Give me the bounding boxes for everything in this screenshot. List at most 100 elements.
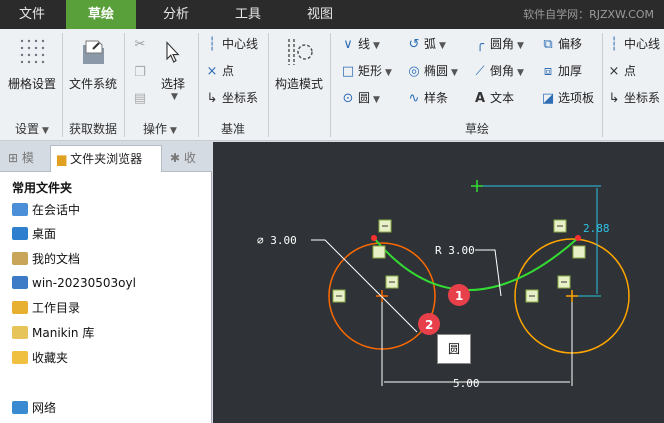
radius-dimension[interactable]: R 3.00 [435, 244, 475, 257]
text-button[interactable]: A 文本 [472, 87, 514, 109]
chamfer-button[interactable]: ⟋ 倒角 ▼ [472, 60, 524, 82]
paste-button[interactable]: ▤ [132, 87, 150, 109]
point-x-icon: × [608, 64, 620, 79]
circle-icon: ⊙ [342, 91, 354, 106]
folder-item[interactable]: 桌面 [12, 224, 56, 244]
diameter-dimension[interactable]: ⌀ 3.00 [257, 234, 297, 247]
copy-button[interactable]: ❐ [132, 61, 150, 83]
file-system-button[interactable]: 文件系统 [64, 33, 122, 92]
favorites-icon: ✱ 收 [170, 151, 196, 165]
sketch-canvas[interactable]: ⌀ 3.00 R 3.00 5.00 2.88 1 2 [213, 142, 664, 423]
sketch-point-button[interactable]: × 点 [606, 60, 636, 82]
arc-endpoint [371, 235, 377, 241]
callout-2-text: 2 [425, 318, 433, 332]
group-divider [198, 33, 199, 137]
cursor-arrow-icon [166, 41, 180, 63]
callout-1-text: 1 [455, 289, 463, 303]
settings-group-label[interactable]: 设置 ▼ [4, 120, 60, 138]
tangent-arc[interactable] [373, 237, 579, 291]
folder-icon: ▆ [57, 152, 67, 166]
sketch-centerline-button[interactable]: ┆ 中心线 [606, 33, 660, 55]
right-center-mark [566, 290, 578, 302]
watermark: 软件自学网：RJZXW.COM [523, 8, 654, 21]
sketch-drawing: ⌀ 3.00 R 3.00 5.00 2.88 1 2 [257, 180, 630, 390]
folder-item[interactable]: win-20230503oyl [12, 273, 136, 293]
folder-item[interactable]: 收藏夹 [12, 348, 68, 368]
construction-mode-label: 构造模式 [274, 77, 323, 91]
datum-coord-button[interactable]: ↳ 坐标系 [204, 87, 258, 109]
navigator-panel: ⊞ 模 ▆ 文件夹浏览器 ✱ 收 常用文件夹 在会话中 桌面 我的文档 win-… [0, 142, 212, 423]
folder-item[interactable]: 网络 [12, 398, 56, 418]
spline-button[interactable]: ∿ 样条 [406, 87, 448, 109]
grid-settings-button[interactable]: 栅格设置 [4, 33, 60, 92]
cut-button[interactable]: ✂ [132, 33, 150, 55]
group-divider [330, 33, 331, 137]
get-data-group-label: 获取数据 [68, 122, 117, 136]
rectangle-button[interactable]: □ 矩形 ▼ [340, 60, 392, 82]
thicken-icon: ⧈ [543, 64, 553, 79]
height-dimension[interactable]: 2.88 [583, 222, 610, 235]
grid-settings-label: 栅格设置 [7, 77, 56, 91]
construction-mode-icon [288, 39, 313, 65]
documents-icon [12, 252, 28, 265]
favorites-folder-icon [12, 351, 28, 364]
desktop-icon [12, 227, 28, 240]
offset-button[interactable]: ⧉ 偏移 [540, 33, 582, 55]
tab-analysis[interactable]: 分析 [146, 0, 206, 29]
tab-file[interactable]: 文件 [0, 0, 64, 29]
tab-sketch[interactable]: 草绘 [66, 0, 136, 29]
tab-folder-browser[interactable]: ▆ 文件夹浏览器 [50, 145, 162, 172]
tab-favorites[interactable]: ✱ 收 [166, 145, 212, 172]
select-dropdown-icon: ▼ [171, 92, 178, 102]
select-button[interactable]: 选择 ▼ [154, 33, 192, 102]
ellipse-button[interactable]: ◎ 椭圆 ▼ [406, 60, 458, 82]
computer-icon [12, 276, 28, 289]
dimension-lines-cyan [483, 185, 601, 297]
arc-button[interactable]: ↺ 弧 ▼ [406, 33, 446, 55]
datum-centerline-button[interactable]: ┆ 中心线 [204, 33, 258, 55]
file-system-label: 文件系统 [68, 77, 117, 91]
folder-item[interactable]: 在会话中 [12, 200, 80, 220]
group-divider [268, 33, 269, 137]
group-divider [124, 33, 125, 137]
folder-item[interactable]: Manikin 库 [12, 323, 94, 343]
tab-model-tree[interactable]: ⊞ 模 [0, 145, 46, 172]
ribbon: 栅格设置 设置 ▼ 文件系统 获取数据 ✂ ❐ ▤ 选择 ▼ 操作 ▼ ┆ 中心线 ×… [0, 29, 664, 141]
tab-view[interactable]: 视图 [290, 0, 350, 29]
operations-group-label[interactable]: 操作 ▼ [126, 120, 194, 138]
thicken-button[interactable]: ⧈ 加厚 [540, 60, 582, 82]
fillet-icon: ╭ [476, 37, 484, 52]
width-dimension[interactable]: 5.00 [453, 377, 480, 390]
offset-icon: ⧉ [543, 37, 553, 52]
circle-button[interactable]: ⊙ 圆 ▼ [340, 87, 380, 109]
centerline-icon: ┆ [208, 37, 216, 52]
fillet-button[interactable]: ╭ 圆角 ▼ [472, 33, 524, 55]
scissors-icon: ✂ [134, 37, 146, 52]
select-label: 选择 [160, 77, 185, 91]
left-center-mark [376, 290, 388, 302]
chamfer-icon: ⟋ [475, 64, 485, 79]
coordinate-system-icon: ↳ [608, 91, 620, 106]
palette-button[interactable]: ◪ 选项板 [540, 87, 594, 109]
spline-icon: ∿ [408, 91, 420, 106]
sketch-coord-button[interactable]: ↳ 坐标系 [606, 87, 660, 109]
file-system-icon [83, 40, 104, 64]
ribbon-tab-bar: 文件 草绘 分析 工具 视图 软件自学网：RJZXW.COM [0, 0, 664, 29]
line-button[interactable]: ∨ 线 ▼ [340, 33, 380, 55]
common-folders-title: 常用文件夹 [12, 181, 73, 195]
paste-icon: ▤ [133, 91, 147, 106]
tab-tools[interactable]: 工具 [216, 0, 280, 29]
centerline-icon: ┆ [610, 37, 618, 52]
origin-mark [471, 180, 483, 192]
navigator-tabs: ⊞ 模 ▆ 文件夹浏览器 ✱ 收 [0, 142, 212, 172]
coordinate-system-icon: ↳ [206, 91, 218, 106]
construction-mode-button[interactable]: 构造模式 [272, 33, 326, 92]
folder-item[interactable]: 我的文档 [12, 249, 80, 269]
point-x-icon: × [206, 64, 218, 79]
datum-point-button[interactable]: × 点 [204, 60, 234, 82]
line-icon: ∨ [343, 37, 353, 52]
text-icon: A [474, 91, 486, 106]
copy-icon: ❐ [134, 65, 146, 80]
dimension-lines [311, 239, 573, 386]
folder-item[interactable]: 工作目录 [12, 298, 80, 318]
